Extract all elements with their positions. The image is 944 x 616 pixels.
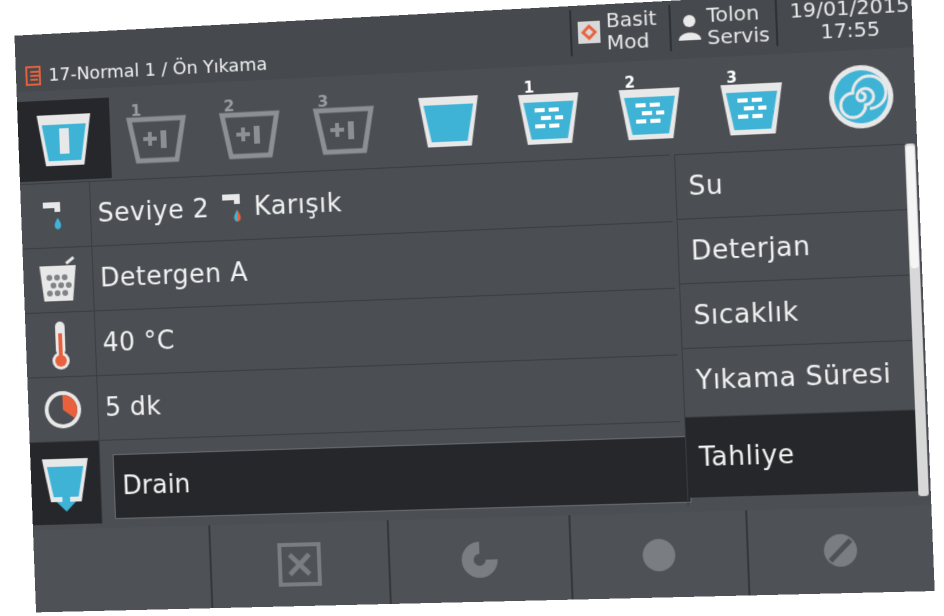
clock: 19/01/2015 17:55 (774, 0, 918, 46)
document-icon (25, 66, 43, 86)
add-detergent-icon: 2 (213, 96, 286, 162)
drain-icon (41, 457, 90, 512)
add-detergent-icon: 1 (120, 101, 192, 165)
step-add-detergent-1[interactable]: 1 (114, 89, 198, 172)
tub-fill-icon (36, 113, 93, 167)
user-line2: Servis (706, 21, 771, 50)
water-value: Seviye 2 Karışık (97, 171, 344, 247)
label-wash-duration[interactable]: Yıkama Süresi (682, 339, 916, 413)
mode-line2: Mod (606, 28, 650, 55)
water-level: Seviye 2 (97, 194, 210, 229)
svg-text:3: 3 (726, 69, 737, 87)
parameter-labels: Su Deterjan Sıcaklık Yıkama Süresi Tahli… (674, 143, 920, 506)
device-photo: 17-Normal 1 / Ön Yıkama Basit Mod Tolon … (0, 0, 944, 616)
washer-screen: 17-Normal 1 / Ön Yıkama Basit Mod Tolon … (14, 0, 935, 613)
label-water[interactable]: Su (675, 143, 909, 219)
step-add-detergent-3[interactable]: 3 (301, 80, 387, 163)
drain-cell (29, 440, 103, 526)
diamond-icon (577, 20, 601, 44)
add-detergent-icon: 3 (307, 91, 380, 157)
restart-button[interactable] (388, 515, 574, 604)
step-rinse-3[interactable]: 3 (707, 59, 796, 144)
rinse-icon: 2 (618, 74, 682, 141)
svg-text:2: 2 (624, 74, 635, 92)
step-rinse-2[interactable]: 2 (606, 64, 694, 149)
step-rinse-1[interactable]: 1 (505, 70, 593, 154)
record-button[interactable] (570, 510, 751, 600)
drain-select[interactable]: Drain ⬍ (112, 435, 712, 520)
step-spin[interactable] (816, 54, 906, 140)
disable-button[interactable] (747, 505, 935, 596)
label-detergent[interactable]: Deterjan (677, 209, 911, 284)
step-water-tub[interactable] (405, 75, 492, 159)
label-temperature[interactable]: Sıcaklık (680, 274, 914, 349)
cancel-button[interactable] (210, 520, 392, 609)
faucet-icon (42, 201, 62, 230)
prohibit-icon (815, 525, 867, 575)
rinse-icon: 3 (720, 69, 784, 136)
blank-button[interactable] (32, 525, 214, 613)
timer-cell (27, 376, 100, 444)
duration-value: 5 dk (104, 391, 162, 424)
mode-line1: Basit (605, 5, 657, 33)
timer-icon (44, 390, 82, 429)
spin-icon (827, 63, 895, 130)
clock-time: 17:55 (819, 16, 881, 44)
circle-icon (642, 538, 676, 572)
refresh-icon (461, 541, 497, 578)
temperature-value: 40 °C (102, 326, 176, 359)
user-indicator[interactable]: Tolon Servis (668, 0, 777, 52)
thermometer-cell (24, 311, 98, 379)
thermometer-icon (52, 321, 71, 370)
detergent-icon (39, 255, 83, 302)
user-icon (678, 14, 702, 41)
close-icon (275, 540, 324, 589)
label-drain[interactable]: Tahliye (685, 409, 920, 498)
detergent-cell (22, 246, 95, 315)
parameter-table: Seviye 2 Karışık Detergen A 40 °C 5 dk D… (20, 154, 712, 526)
svg-text:1: 1 (523, 79, 534, 97)
water-mix: Karışık (253, 188, 343, 222)
detergent-value: Detergen A (99, 257, 249, 294)
mixed-faucet-icon (222, 193, 242, 222)
drain-value: Drain (121, 469, 192, 502)
step-prewash-active[interactable] (16, 97, 112, 183)
rinse-icon: 1 (517, 79, 581, 146)
step-add-detergent-2[interactable]: 2 (207, 85, 292, 168)
mode-indicator[interactable]: Basit Mod (569, 5, 666, 57)
water-tub-icon (419, 95, 478, 148)
faucet-cell (20, 181, 93, 250)
